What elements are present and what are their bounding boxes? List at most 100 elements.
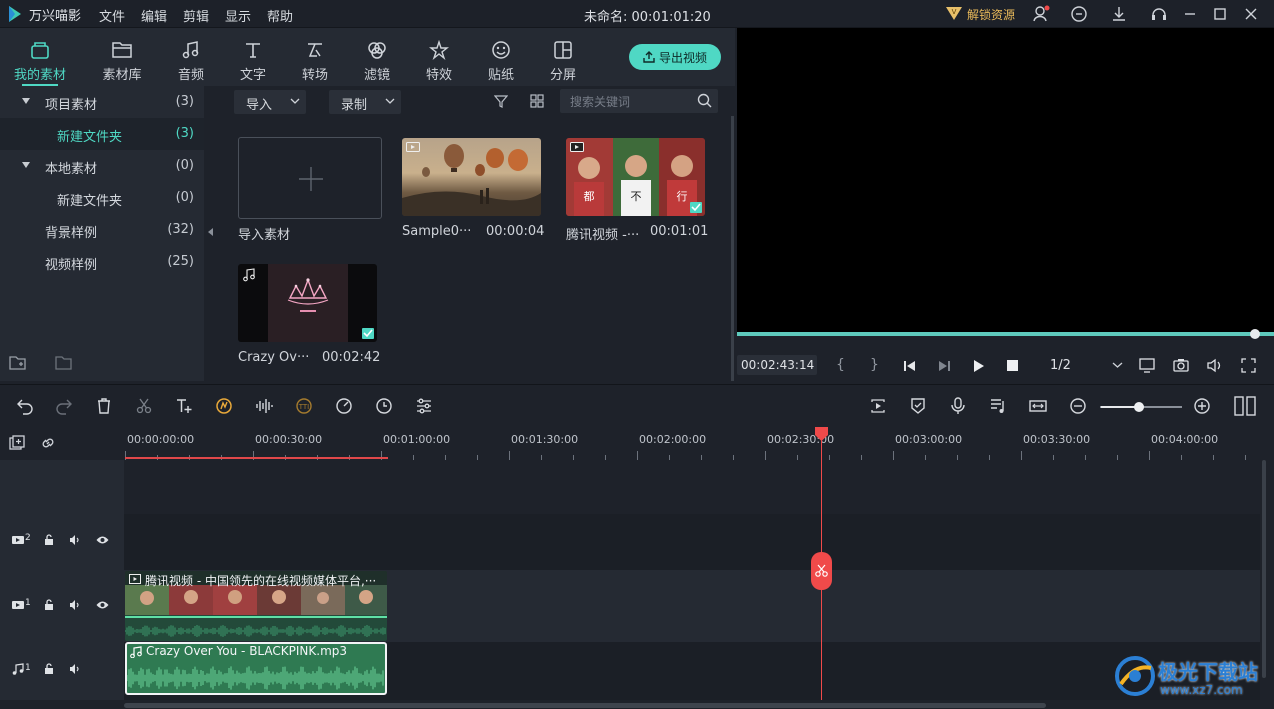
- audio-mixer-icon[interactable]: [989, 397, 1009, 417]
- tab-text[interactable]: 文字: [223, 28, 283, 86]
- speed-ramp-icon[interactable]: [215, 397, 235, 417]
- zoom-in-icon[interactable]: [1193, 397, 1213, 417]
- export-video-button[interactable]: 导出视频: [629, 44, 721, 70]
- media-scrollbar[interactable]: [731, 116, 734, 381]
- support-headset-icon[interactable]: [1150, 5, 1168, 23]
- tree-item-video-samples[interactable]: 视频样例 (25): [0, 246, 204, 278]
- stop-icon[interactable]: [1007, 360, 1018, 371]
- audio-split-icon[interactable]: [255, 397, 275, 417]
- tab-audio[interactable]: 音频: [161, 28, 221, 86]
- add-track-icon[interactable]: [9, 435, 25, 451]
- render-preview-icon[interactable]: [869, 397, 889, 417]
- step-forward-icon[interactable]: [937, 360, 951, 372]
- mute-speaker-icon[interactable]: [69, 599, 81, 611]
- add-text-icon[interactable]: [175, 397, 195, 417]
- expand-arrow-icon[interactable]: [22, 162, 30, 168]
- tab-my-media[interactable]: 我的素材: [10, 28, 70, 86]
- scissors-icon[interactable]: [135, 397, 155, 417]
- tree-item-new-folder-local[interactable]: 新建文件夹 (0): [0, 182, 204, 214]
- tab-library[interactable]: 素材库: [92, 28, 152, 86]
- snapshot-camera-icon[interactable]: [1173, 358, 1189, 373]
- timeline-ruler[interactable]: 00:00:00:00 00:00:30:00 00:01:00:00 00:0…: [0, 428, 1274, 460]
- folder-icon[interactable]: [55, 355, 73, 371]
- tab-label: 音频: [177, 68, 204, 83]
- undo-icon[interactable]: [16, 397, 36, 417]
- preview-progress-track[interactable]: [737, 332, 1274, 336]
- zoom-out-icon[interactable]: [1069, 397, 1089, 417]
- volume-icon[interactable]: [1207, 358, 1223, 373]
- menu-edit[interactable]: 编辑: [141, 6, 167, 25]
- timeline-horizontal-scrollbar[interactable]: [124, 703, 1046, 708]
- preview-seek-handle[interactable]: [1250, 329, 1261, 339]
- lock-icon[interactable]: [44, 663, 54, 675]
- link-icon[interactable]: [40, 435, 56, 451]
- tab-split-screen[interactable]: 分屏: [533, 28, 593, 86]
- menu-file[interactable]: 文件: [99, 6, 125, 25]
- menu-help[interactable]: 帮助: [267, 6, 293, 25]
- expand-arrow-icon[interactable]: [22, 98, 30, 104]
- panel-collapse-handle[interactable]: [204, 86, 217, 381]
- tab-stickers[interactable]: 贴纸: [471, 28, 531, 86]
- tab-transitions[interactable]: 转场: [285, 28, 345, 86]
- fit-timeline-icon[interactable]: [1029, 397, 1049, 417]
- unlock-resources-link[interactable]: 解锁资源: [967, 6, 1015, 23]
- playhead-handle[interactable]: [815, 427, 828, 441]
- microphone-icon[interactable]: [949, 397, 969, 417]
- lock-icon[interactable]: [44, 599, 54, 611]
- filter-funnel-icon[interactable]: [494, 94, 508, 108]
- mark-out-icon[interactable]: }: [870, 357, 879, 373]
- media-thumbnail-audio[interactable]: [238, 264, 377, 342]
- mute-speaker-icon[interactable]: [69, 663, 81, 675]
- import-dropdown[interactable]: 导入: [234, 90, 306, 114]
- track-area-empty[interactable]: [124, 460, 1260, 514]
- zoom-slider-handle[interactable]: [1134, 402, 1144, 412]
- tree-item-local-media[interactable]: 本地素材 (0): [0, 150, 204, 182]
- play-icon[interactable]: [973, 359, 985, 373]
- duration-clock-icon[interactable]: [375, 397, 395, 417]
- visibility-eye-icon[interactable]: [96, 535, 109, 545]
- layout-panels-icon[interactable]: [1234, 396, 1256, 416]
- search-input[interactable]: 搜索关键词: [560, 89, 718, 113]
- account-icon[interactable]: [1032, 5, 1050, 23]
- fullscreen-icon[interactable]: [1241, 358, 1256, 373]
- timeline-vertical-scrollbar[interactable]: [1262, 460, 1266, 678]
- adjust-settings-icon[interactable]: [415, 397, 435, 417]
- step-back-icon[interactable]: [903, 360, 917, 372]
- ai-tool-icon[interactable]: TTI: [295, 397, 315, 417]
- video-clip[interactable]: 腾讯视频 - 中国领先的在线视频媒体平台,···: [125, 571, 387, 641]
- menu-clip[interactable]: 剪辑: [183, 6, 209, 25]
- minimize-icon[interactable]: [1182, 6, 1198, 22]
- mark-in-icon[interactable]: {: [836, 357, 845, 373]
- mute-speaker-icon[interactable]: [69, 534, 81, 546]
- delete-trash-icon[interactable]: [95, 397, 115, 417]
- visibility-eye-icon[interactable]: [96, 600, 109, 610]
- redo-icon[interactable]: [55, 397, 75, 417]
- maximize-icon[interactable]: [1212, 6, 1228, 22]
- speed-gauge-icon[interactable]: [335, 397, 355, 417]
- tree-item-project-media[interactable]: 项目素材 (3): [0, 86, 204, 118]
- audio-clip[interactable]: Crazy Over You - BLACKPINK.mp3: [125, 642, 387, 695]
- media-thumbnail-tencent-video[interactable]: 都 不 行: [566, 138, 705, 216]
- tree-item-new-folder[interactable]: 新建文件夹 (3): [0, 118, 204, 150]
- import-media-tile[interactable]: [238, 137, 382, 219]
- display-monitor-icon[interactable]: [1139, 358, 1155, 373]
- grid-view-icon[interactable]: [530, 94, 544, 108]
- close-icon[interactable]: [1243, 6, 1259, 22]
- marker-shield-icon[interactable]: [909, 397, 929, 417]
- track-video-1[interactable]: 腾讯视频 - 中国领先的在线视频媒体平台,···: [124, 570, 1260, 642]
- add-folder-icon[interactable]: [9, 355, 27, 371]
- menu-view[interactable]: 显示: [225, 6, 251, 25]
- tab-filters[interactable]: 滤镜: [347, 28, 407, 86]
- tree-item-background-samples[interactable]: 背景样例 (32): [0, 214, 204, 246]
- record-dropdown[interactable]: 录制: [329, 90, 401, 114]
- search-icon[interactable]: [697, 93, 712, 108]
- download-icon[interactable]: [1110, 5, 1128, 23]
- lock-icon[interactable]: [44, 534, 54, 546]
- split-at-playhead-button[interactable]: [811, 552, 832, 590]
- feedback-icon[interactable]: [1070, 5, 1088, 23]
- tab-effects[interactable]: 特效: [409, 28, 469, 86]
- preview-quality-dropdown[interactable]: 1/2: [1037, 354, 1123, 376]
- media-thumbnail-sample[interactable]: [402, 138, 541, 216]
- track-video-2[interactable]: [124, 514, 1260, 570]
- track-audio-1[interactable]: Crazy Over You - BLACKPINK.mp3: [124, 642, 1260, 700]
